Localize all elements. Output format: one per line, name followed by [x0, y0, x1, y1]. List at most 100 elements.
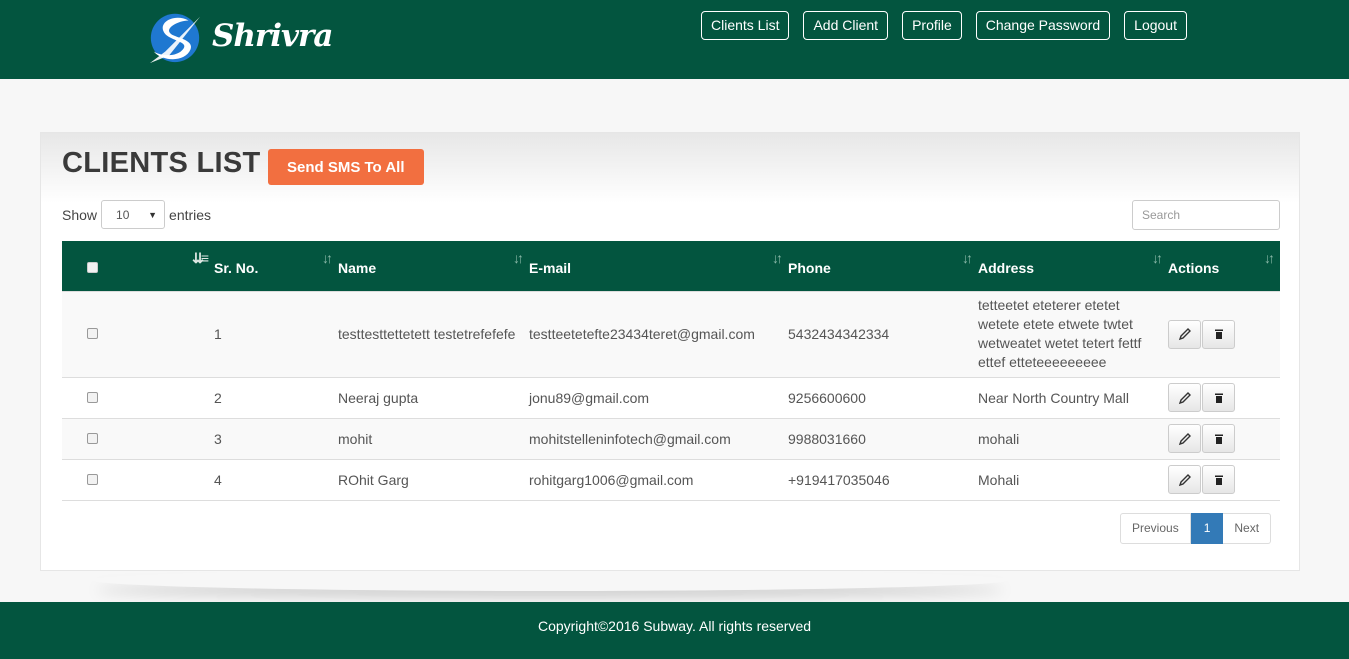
trash-icon	[1214, 393, 1223, 403]
cell-phone: 9256600600	[788, 376, 978, 418]
row-select	[62, 458, 214, 500]
table-row: 1 testtesttettetett testetrefefefe testt…	[62, 290, 1280, 377]
delete-button[interactable]	[1202, 383, 1235, 412]
nav-logout[interactable]: Logout	[1124, 11, 1187, 40]
trash-icon	[1214, 475, 1223, 485]
entries-select[interactable]: 10 ▼	[101, 200, 166, 229]
col-phone[interactable]: Phone ↓↑	[788, 241, 978, 291]
row-select	[62, 417, 214, 459]
nav-change-password[interactable]: Change Password	[975, 11, 1111, 40]
col-sr-no-label: Sr. No.	[214, 259, 259, 276]
pagination: Previous 1 Next	[1120, 513, 1272, 544]
entries-value: 10	[116, 207, 130, 222]
row-checkbox[interactable]	[87, 391, 98, 403]
sort-icon: ↓↑	[322, 250, 333, 266]
cell-sr: 2	[214, 376, 338, 418]
col-address-label: Address	[978, 259, 1035, 276]
cell-email: mohitstelleninfotech@gmail.com	[529, 417, 788, 459]
row-select	[62, 290, 214, 377]
next-page-button[interactable]: Next	[1223, 513, 1272, 544]
table-row: 4 ROhit Garg rohitgarg1006@gmail.com +91…	[62, 458, 1280, 500]
previous-page-button[interactable]: Previous	[1120, 513, 1191, 544]
select-all-checkbox[interactable]	[87, 261, 98, 273]
pencil-icon	[1178, 328, 1191, 341]
pencil-icon	[1178, 473, 1191, 486]
delete-button[interactable]	[1202, 465, 1235, 494]
table-row: 3 mohit mohitstelleninfotech@gmail.com 9…	[62, 417, 1280, 459]
col-address[interactable]: Address ↓↑	[978, 241, 1168, 291]
col-sr-no[interactable]: Sr. No. ↓↑	[214, 241, 338, 291]
edit-button[interactable]	[1168, 319, 1201, 349]
send-sms-button[interactable]: Send SMS To All	[268, 149, 424, 185]
cell-name: Neeraj gupta	[338, 376, 529, 418]
cell-address: Mohali	[978, 458, 1168, 500]
cell-name: testtesttettetett testetrefefefe	[338, 290, 529, 377]
col-name[interactable]: Name ↓↑	[338, 241, 529, 291]
cell-address: tetteetet eteterer etetet wetete etete e…	[978, 290, 1168, 377]
nav-add-client[interactable]: Add Client	[803, 11, 889, 40]
logo-icon	[149, 13, 201, 64]
caret-down-icon: ▼	[148, 209, 158, 220]
cell-sr: 1	[214, 290, 338, 377]
sort-icon: ↓↑	[1264, 250, 1275, 266]
row-checkbox[interactable]	[87, 328, 98, 339]
cell-sr: 3	[214, 417, 338, 459]
edit-button[interactable]	[1168, 383, 1201, 412]
edit-button[interactable]	[1168, 424, 1201, 453]
search-input[interactable]	[1132, 200, 1280, 230]
table-header-row: ⇊≡ Sr. No. ↓↑ Name ↓↑ E-mail ↓↑ Phone ↓↑ Add…	[62, 241, 1280, 291]
col-email-label: E-mail	[529, 259, 572, 276]
clients-table: ⇊≡ Sr. No. ↓↑ Name ↓↑ E-mail ↓↑ Phone ↓↑ Add…	[62, 241, 1280, 501]
sort-icon: ↓↑	[772, 250, 783, 266]
sort-asc-icon[interactable]: ⇊≡	[192, 250, 209, 267]
row-checkbox[interactable]	[87, 432, 98, 444]
cell-phone: 9988031660	[788, 417, 978, 459]
col-actions[interactable]: Actions ↓↑	[1168, 241, 1280, 291]
cell-phone: 5432434342334	[788, 290, 978, 377]
cell-sr: 4	[214, 458, 338, 500]
delete-button[interactable]	[1202, 319, 1235, 349]
clients-panel: CLIENTS LIST Send SMS To All Show 10 ▼ e…	[40, 132, 1300, 571]
entries-label: entries	[169, 206, 212, 223]
cell-phone: +919417035046	[788, 458, 978, 500]
cell-name: ROhit Garg	[338, 458, 529, 500]
cell-email: testteetetefte23434teret@gmail.com	[529, 290, 788, 377]
col-actions-label: Actions	[1168, 259, 1220, 276]
pencil-icon	[1178, 432, 1191, 445]
site-header: Shrivra Clients List Add Client Profile …	[0, 0, 1349, 79]
copyright-text: Copyright©2016 Subway. All rights reserv…	[537, 618, 812, 634]
trash-icon	[1214, 434, 1223, 444]
brand-logo[interactable]: Shrivra	[146, 6, 333, 66]
table-row: 2 Neeraj gupta jonu89@gmail.com 92566006…	[62, 376, 1280, 418]
cell-address: mohali	[978, 417, 1168, 459]
brand-name: Shrivra	[212, 18, 333, 54]
sort-icon: ↓↑	[962, 250, 973, 266]
nav-profile[interactable]: Profile	[902, 11, 962, 40]
cell-actions	[1168, 290, 1280, 377]
page-title: CLIENTS LIST	[62, 147, 261, 179]
cell-actions	[1168, 417, 1280, 459]
cell-address: Near North Country Mall	[978, 376, 1168, 418]
col-name-label: Name	[338, 259, 377, 276]
pencil-icon	[1178, 391, 1191, 404]
col-email[interactable]: E-mail ↓↑	[529, 241, 788, 291]
site-footer: Copyright©2016 Subway. All rights reserv…	[0, 602, 1349, 659]
sort-icon: ↓↑	[513, 250, 524, 266]
cell-actions	[1168, 458, 1280, 500]
sort-icon: ↓↑	[1152, 250, 1163, 266]
edit-button[interactable]	[1168, 465, 1201, 494]
cell-email: jonu89@gmail.com	[529, 376, 788, 418]
show-label: Show	[62, 206, 98, 223]
trash-icon	[1214, 329, 1223, 339]
page-1-button[interactable]: 1	[1190, 513, 1224, 544]
nav-clients-list[interactable]: Clients List	[701, 11, 790, 40]
top-nav: Clients List Add Client Profile Change P…	[701, 11, 1187, 40]
row-select	[62, 376, 214, 418]
delete-button[interactable]	[1202, 424, 1235, 453]
cell-email: rohitgarg1006@gmail.com	[529, 458, 788, 500]
row-checkbox[interactable]	[87, 473, 98, 485]
cell-name: mohit	[338, 417, 529, 459]
col-phone-label: Phone	[788, 259, 831, 276]
panel-shadow	[90, 569, 1010, 591]
select-all-header: ⇊≡	[62, 241, 214, 291]
